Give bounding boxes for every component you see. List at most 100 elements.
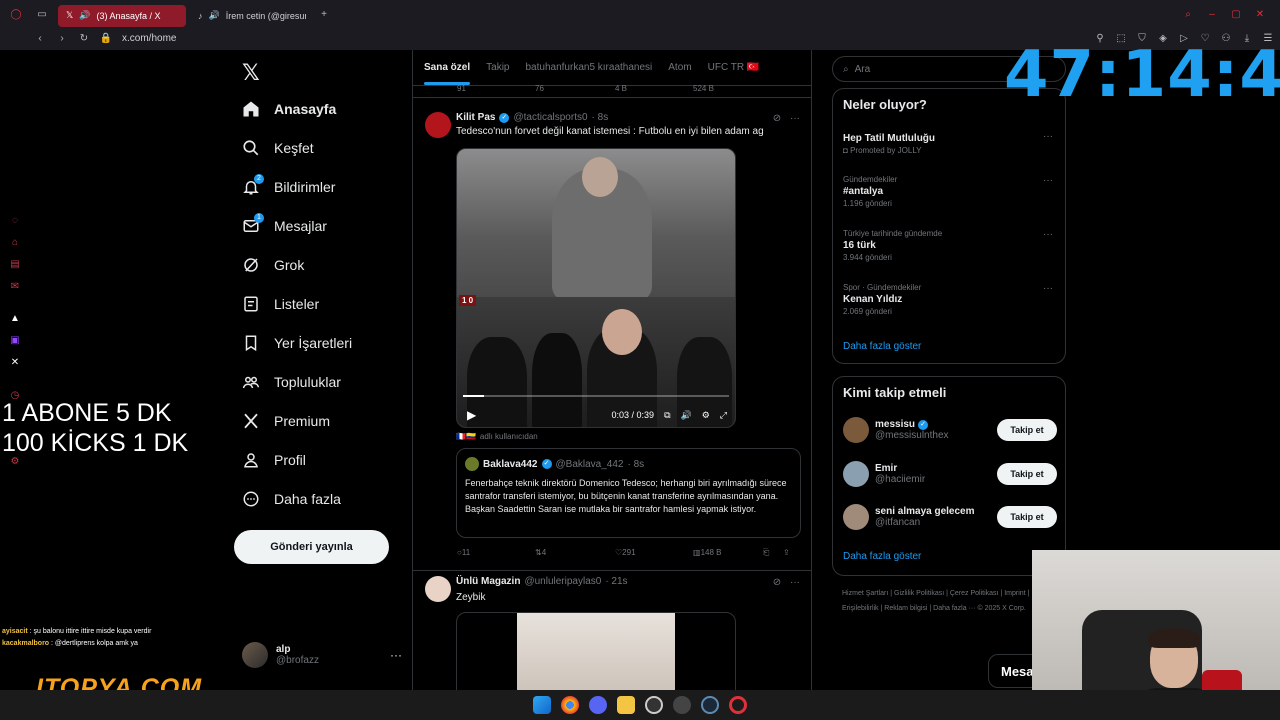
nav-explore[interactable]: Keşfet bbox=[242, 139, 314, 157]
bag-icon[interactable]: ⌂ bbox=[9, 237, 21, 249]
news-icon[interactable]: ▤ bbox=[9, 259, 21, 271]
author-handle[interactable]: @tacticalsports0 bbox=[513, 112, 587, 123]
trend-item[interactable]: Hep Tatil Mutluluğu ◘ Promoted by JOLLY … bbox=[843, 131, 1053, 155]
minimize-icon[interactable]: – bbox=[1206, 8, 1218, 20]
opera-gx-icon[interactable] bbox=[729, 696, 747, 714]
x-logo[interactable]: 𝕏 bbox=[242, 60, 260, 86]
trends-show-more[interactable]: Daha fazla göster bbox=[843, 341, 921, 352]
trend-item[interactable]: Türkiye tarihinde gündemde 16 türk 3.944… bbox=[843, 229, 1053, 262]
opera-logo-icon[interactable]: ◯ bbox=[10, 8, 22, 20]
nav-home[interactable]: Anasayfa bbox=[242, 100, 336, 118]
views-button[interactable]: ▥ 148 B bbox=[693, 548, 763, 558]
repost-button[interactable]: ⇅ 4 bbox=[535, 548, 615, 558]
fullscreen-icon[interactable]: ⤢ bbox=[720, 410, 727, 421]
author-name[interactable]: Ünlü Magazin bbox=[456, 576, 520, 587]
windows-start-icon[interactable] bbox=[533, 696, 551, 714]
nav-profile[interactable]: Profil bbox=[242, 451, 306, 469]
twitch-icon[interactable]: ▣ bbox=[9, 335, 21, 347]
folder-icon[interactable] bbox=[617, 696, 635, 714]
nav-premium[interactable]: Premium bbox=[242, 412, 330, 430]
more-icon[interactable]: ··· bbox=[1043, 131, 1053, 142]
who-show-more[interactable]: Daha fazla göster bbox=[843, 551, 921, 562]
post-button[interactable]: Gönderi yayınla bbox=[234, 530, 389, 564]
maximize-icon[interactable]: ▢ bbox=[1230, 8, 1242, 20]
quote-handle[interactable]: @Baklava_442 bbox=[556, 459, 624, 470]
nav-more[interactable]: Daha fazla bbox=[242, 490, 341, 508]
close-icon[interactable]: ✕ bbox=[1254, 8, 1266, 20]
volume-icon[interactable]: 🔊 bbox=[681, 410, 692, 421]
more-icon[interactable]: ··· bbox=[1043, 283, 1053, 294]
account-menu-icon[interactable]: ··· bbox=[390, 648, 402, 662]
forward-icon[interactable]: › bbox=[56, 32, 68, 44]
search-input[interactable]: Ara bbox=[855, 64, 871, 75]
reply-count[interactable]: 91 bbox=[457, 84, 535, 93]
captions-icon[interactable]: ⧉ bbox=[664, 410, 670, 421]
more-icon[interactable]: ··· bbox=[1043, 229, 1053, 240]
follow-suggestion[interactable]: Emir @haciiemir Takip et bbox=[843, 459, 1057, 489]
settings-icon[interactable]: ⚙ bbox=[702, 410, 710, 421]
tab-following[interactable]: Takip bbox=[486, 62, 509, 73]
ai-icon[interactable]: ◌ bbox=[9, 215, 21, 227]
repost-count[interactable]: 76 bbox=[535, 84, 615, 93]
mail-app-icon[interactable]: ✉ bbox=[9, 281, 21, 293]
follow-button[interactable]: Takip et bbox=[997, 506, 1057, 528]
grok-icon[interactable]: ⊘ bbox=[771, 112, 783, 124]
url-field[interactable]: x.com/home bbox=[122, 33, 176, 44]
like-count[interactable]: 4 B bbox=[615, 84, 693, 93]
share-icon[interactable]: ⇪ bbox=[783, 548, 790, 558]
follow-button[interactable]: Takip et bbox=[997, 419, 1057, 441]
author-handle[interactable]: @unluleripaylas0 bbox=[524, 576, 601, 587]
trend-item[interactable]: Gündemdekiler #antalya 1.196 gönderi ··· bbox=[843, 175, 1053, 208]
tweet[interactable]: Kilit Pas ✓ @tacticalsports0 · 8s ⊘ ··· … bbox=[413, 98, 811, 570]
quote-tweet[interactable]: Baklava442 ✓ @Baklava_442 · 8s Fenerbahç… bbox=[456, 448, 801, 538]
new-tab-icon[interactable]: + bbox=[318, 8, 330, 20]
nav-bookmarks[interactable]: Yer İşaretleri bbox=[242, 334, 352, 352]
avatar[interactable] bbox=[425, 112, 451, 138]
tab-for-you[interactable]: Sana özel bbox=[424, 62, 471, 85]
author-name[interactable]: Kilit Pas bbox=[456, 112, 495, 123]
follow-suggestion[interactable]: messisu ✓ @messisulnthex Takip et bbox=[843, 415, 1057, 445]
tweet-time[interactable]: · 8s bbox=[592, 112, 609, 123]
tab-tiktok[interactable]: ♪ 🔊 İrem cetin (@giresunlu bbox=[190, 5, 318, 27]
chrome-icon[interactable] bbox=[561, 696, 579, 714]
follow-button[interactable]: Takip et bbox=[997, 463, 1057, 485]
video-progress[interactable] bbox=[463, 395, 729, 397]
nav-messages[interactable]: 1 Mesajlar bbox=[242, 213, 327, 235]
back-icon[interactable]: ‹ bbox=[34, 32, 46, 44]
tab-x-home[interactable]: 𝕏 🔊 (3) Anasayfa / X bbox=[58, 4, 186, 27]
play-icon[interactable]: ▶ bbox=[467, 408, 476, 422]
bookmark-icon[interactable]: ⎗ bbox=[763, 548, 783, 558]
x-app-icon[interactable]: ✕ bbox=[9, 357, 21, 369]
reply-button[interactable]: ○ 11 bbox=[457, 548, 535, 558]
avatar[interactable] bbox=[425, 576, 451, 602]
tab-list-1[interactable]: batuhanfurkan5 kıraathanesi bbox=[526, 62, 653, 73]
nav-lists[interactable]: Listeler bbox=[242, 295, 319, 313]
tab-list-3[interactable]: UFC TR 🇹🇷 bbox=[708, 62, 760, 73]
grok-icon[interactable]: ⊘ bbox=[771, 576, 783, 588]
tweet-time[interactable]: · 21s bbox=[605, 576, 627, 587]
steam-icon[interactable] bbox=[701, 696, 719, 714]
follow-suggestion[interactable]: seni almaya gelecem @itfancan Takip et bbox=[843, 502, 1057, 532]
tweet-media[interactable] bbox=[456, 612, 736, 690]
nav-communities[interactable]: Topluluklar bbox=[242, 373, 341, 391]
like-button[interactable]: ♡ 291 bbox=[615, 548, 693, 558]
arrow-app-icon[interactable]: ▲ bbox=[9, 313, 21, 325]
more-icon[interactable]: ··· bbox=[789, 576, 801, 588]
nav-grok[interactable]: Grok bbox=[242, 256, 304, 274]
quote-author[interactable]: Baklava442 bbox=[483, 459, 538, 470]
account-switcher[interactable]: alp @brofazz ··· bbox=[242, 642, 402, 668]
reload-icon[interactable]: ↻ bbox=[78, 32, 90, 44]
app-icon[interactable] bbox=[673, 696, 691, 714]
more-icon[interactable]: ··· bbox=[1043, 175, 1053, 186]
app-icon[interactable] bbox=[645, 696, 663, 714]
video-player[interactable]: 1 0 ▶ 0:03 / 0:39 ⧉ 🔊 ⚙ ⤢ bbox=[456, 148, 736, 428]
footer-links[interactable]: Hizmet Şartları | Gizlilik Politikası | … bbox=[842, 586, 1062, 616]
more-icon[interactable]: ··· bbox=[789, 112, 801, 124]
trend-item[interactable]: Spor · Gündemdekiler Kenan Yıldız 2.069 … bbox=[843, 283, 1053, 316]
nav-notifications[interactable]: 2 Bildirimler bbox=[242, 174, 335, 196]
tab-list-2[interactable]: Atom bbox=[668, 62, 691, 73]
search-tabs-icon[interactable]: ⌕ bbox=[1182, 8, 1194, 20]
discord-icon[interactable] bbox=[589, 696, 607, 714]
workspaces-icon[interactable]: ▭ bbox=[36, 8, 48, 20]
view-count[interactable]: 524 B bbox=[693, 84, 763, 93]
